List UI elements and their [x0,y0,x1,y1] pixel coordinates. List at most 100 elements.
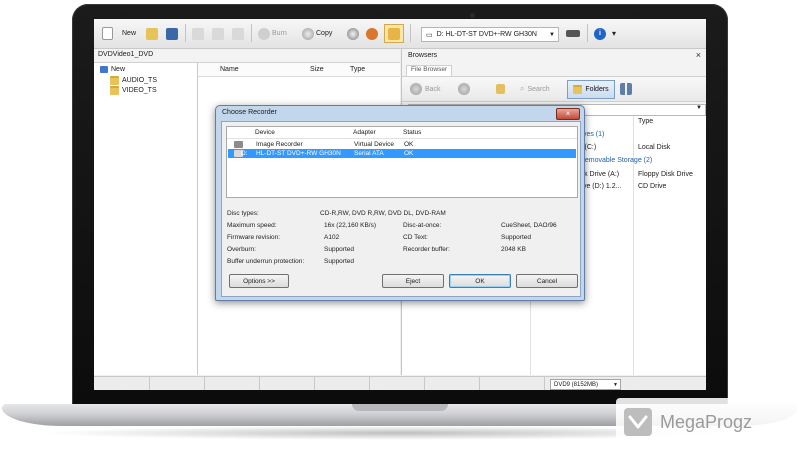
up-folder-icon [496,84,505,94]
status-bar: DVD9 (8152MB) ▼ [94,376,706,390]
chevron-down-icon: ▾ [612,29,617,38]
ok-label: OK [475,277,485,285]
column-type[interactable]: Type [350,66,365,73]
drive-selector[interactable]: ▭ D: HL-DT-ST DVD+-RW GH30N ▼ [421,27,559,42]
tree-root-label: New [111,66,126,73]
folder-icon [110,76,119,85]
laptop-notch [352,404,448,411]
disc-project-icon [100,66,108,73]
column-status[interactable]: Status [403,129,421,136]
underrun-value: Supported [324,258,354,265]
toolbar-separator [251,24,252,42]
browser-tabs: File Browser [402,64,706,77]
record-button[interactable] [366,26,378,41]
copy-item-button[interactable] [212,26,224,41]
recorder-status: OK [404,141,414,148]
tree-item-root[interactable]: New [100,66,125,73]
back-label: Back [425,85,441,93]
tree-item-audio-ts[interactable]: AUDIO_TS [110,76,157,85]
view-grid-icon [620,83,632,95]
cut-button[interactable] [192,26,204,41]
copy-button[interactable]: Copy [302,26,332,41]
firmware-label: Firmware revision: [227,234,281,241]
help-button[interactable]: i [594,26,606,41]
megaprogz-logo-icon [624,408,652,436]
list-item-type: Floppy Disk Drive [638,171,693,178]
recorder-status: OK [404,150,414,157]
toolbar-separator [410,24,411,42]
search-button[interactable]: ⌕ Search [520,82,550,96]
choose-recorder-dialog: Choose Recorder × Device Adapter Status … [215,105,585,301]
record-icon [366,27,378,40]
project-button[interactable] [384,24,404,43]
toolbar-menu-button[interactable]: ▾ [612,26,616,41]
drive-icon: ▭ [426,31,433,39]
tab-file-browser[interactable]: File Browser [406,65,453,76]
recorder-device: Image Recorder [256,141,303,148]
tree-item-video-ts[interactable]: VIDEO_TS [110,86,157,95]
disc-type-select[interactable]: DVD9 (8152MB) ▼ [550,379,621,390]
overburn-value: Supported [324,246,354,253]
burn-button[interactable]: Burn [258,26,287,41]
disc-types-label: Disc types: [227,210,259,217]
group-header: h Removable Storage (2) [574,157,653,164]
status-cell [479,377,545,390]
save-button[interactable] [166,26,178,41]
recorder-list-header: Device Adapter Status [227,127,577,139]
new-label: New [122,30,137,37]
column-name[interactable]: Name [220,66,239,73]
open-folder-icon [146,27,158,40]
cd-text-label: CD Text: [403,234,428,241]
recorder-row[interactable]: Image Recorder Virtual Device OK [228,140,576,149]
eject-button[interactable]: Eject [382,274,444,288]
project-icon [388,27,400,40]
browsers-title: Browsers [408,52,438,59]
project-tree: New AUDIO_TS VIDEO_TS [94,63,198,375]
recorder-row-selected[interactable]: D: HL-DT-ST DVD+-RW GH30N Serial ATA OK [228,149,576,158]
drive-properties-button[interactable] [566,26,580,41]
drive-tray-icon [566,30,580,37]
cancel-button[interactable]: Cancel [516,274,578,288]
dialog-close-button[interactable]: × [556,108,580,120]
column-size[interactable]: Size [310,66,324,73]
new-label-button[interactable]: New [122,26,136,41]
eject-label: Eject [405,277,421,285]
view-mode-button[interactable] [620,82,632,96]
new-button[interactable] [102,26,113,41]
browser-nav: Back ⌕ Search Folders [402,77,706,102]
project-header: DVDVideo1_DVD [94,49,400,63]
column-type-header[interactable]: Type [638,118,653,125]
toolbar-separator [185,24,186,42]
folders-button[interactable]: Folders [567,80,615,99]
cancel-label: Cancel [536,277,558,285]
recorder-adapter: Serial ATA [354,150,384,157]
status-cell [149,377,205,390]
max-speed-label: Maximum speed: [227,222,277,229]
cd-text-value: Supported [501,234,531,241]
paste-button[interactable] [232,26,244,41]
disc-types-value: CD-R,RW, DVD R,RW, DVD DL, DVD-RAM [320,210,446,217]
tree-item-label: VIDEO_TS [122,87,157,94]
up-folder-button[interactable] [496,82,505,96]
column-adapter[interactable]: Adapter [353,129,376,136]
underrun-label: Buffer underrun protection: [227,258,305,265]
forward-button[interactable] [458,82,470,96]
search-icon: ⌕ [520,84,525,93]
disc-at-once-value: CueSheet, DAO/96 [501,222,557,229]
project-title: DVDVideo1_DVD [98,51,154,58]
new-document-icon [102,27,113,40]
recorder-list: Device Adapter Status Image Recorder Vir… [226,126,578,198]
ok-button[interactable]: OK [449,274,511,288]
open-button[interactable] [146,26,158,41]
copy-icon [212,27,224,40]
disc-info-button[interactable] [347,26,359,41]
list-item-type: Local Disk [638,144,671,151]
options-button[interactable]: Options >> [229,274,289,288]
back-button[interactable]: Back [410,82,441,96]
disc-at-once-label: Disc-at-once: [403,222,442,229]
column-device[interactable]: Device [255,129,275,136]
folder-icon [110,86,119,95]
close-icon[interactable]: × [696,50,701,60]
info-icon: i [594,27,606,40]
overburn-label: Overburn: [227,246,256,253]
